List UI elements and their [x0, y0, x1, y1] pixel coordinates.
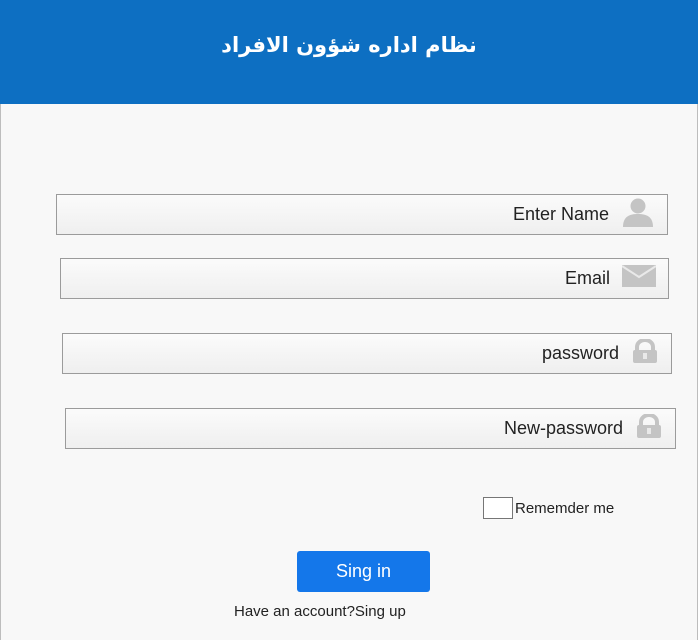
password-field[interactable]: password	[62, 333, 672, 374]
user-icon	[621, 197, 655, 232]
app-header: نظام اداره شؤون الافراد	[0, 0, 698, 104]
sign-in-button[interactable]: Sing in	[297, 551, 430, 592]
email-field[interactable]: Email	[60, 258, 669, 299]
remember-me-label: Rememder me	[515, 499, 615, 517]
envelope-icon	[621, 265, 657, 292]
remember-me: Rememder me	[483, 497, 614, 519]
password-field-placeholder: password	[541, 343, 619, 363]
name-field[interactable]: Enter Name	[56, 194, 668, 235]
sign-up-link[interactable]: Have an account?Sing up	[234, 603, 406, 620]
lock-icon	[631, 338, 659, 368]
new-password-field-placeholder: New-password	[503, 418, 623, 438]
email-field-placeholder: Email	[564, 268, 610, 288]
lock-icon	[635, 413, 663, 443]
remember-me-checkbox[interactable]	[483, 497, 513, 519]
new-password-field[interactable]: New-password	[65, 408, 676, 449]
name-field-placeholder: Enter Name	[512, 204, 609, 224]
page-title: نظام اداره شؤون الافراد	[221, 33, 477, 57]
